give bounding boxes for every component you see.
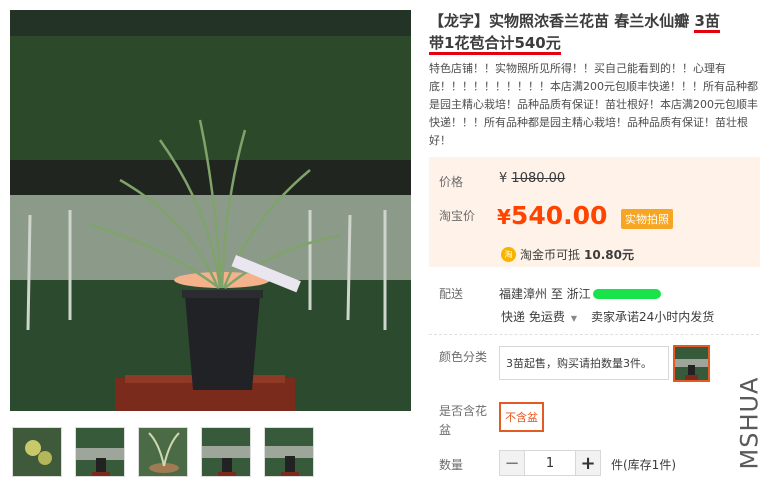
thumbnail-strip — [12, 427, 314, 477]
coin-icon: 淘 — [501, 247, 516, 262]
main-product-photo[interactable] — [10, 10, 411, 411]
shipping-route-text: 福建漳州 至 浙江 — [499, 287, 591, 301]
stock-text: 件(库存1件) — [611, 458, 676, 472]
title-text: 【龙字】实物照浓香兰花苗 春兰水仙瓣 — [429, 12, 695, 30]
shipping-method: 快递 免运费 — [501, 310, 565, 324]
product-title: 【龙字】实物照浓香兰花苗 春兰水仙瓣 3苗 带1花苞合计540元 — [429, 10, 759, 55]
shipping-details: 快递 免运费 ▼ 卖家承诺24小时内发货 — [501, 308, 714, 325]
coin-discount: 淘 淘金币可抵 10.80元 — [501, 246, 634, 263]
thumbnail-1[interactable] — [12, 427, 62, 477]
price-label: 价格 — [439, 175, 464, 189]
title-highlight-1: 3苗 — [694, 12, 720, 33]
thumbnail-4[interactable] — [201, 427, 251, 477]
increase-button[interactable]: + — [575, 450, 601, 476]
delivery-promise: 卖家承诺24小时内发货 — [590, 310, 715, 324]
pot-label: 是否含花盆 — [439, 404, 488, 437]
photo-badge: 实物拍照 — [621, 209, 673, 229]
shipping-section: 配送 福建漳州 至 浙江 快递 免运费 ▼ 卖家承诺24小时内发货 — [429, 280, 759, 335]
watermark: MSHUA — [733, 373, 765, 473]
original-currency: ¥ — [499, 171, 508, 186]
thumbnail-5[interactable] — [264, 427, 314, 477]
taobao-price-label: 淘宝价 — [439, 209, 476, 223]
coin-value: 10.80元 — [584, 248, 634, 262]
thumbnail-3[interactable] — [138, 427, 188, 477]
title-highlight-2: 带1花苞合计540元 — [429, 34, 561, 55]
color-option-image[interactable] — [673, 345, 710, 382]
taobao-price-value: 540.00 — [510, 201, 608, 230]
decrease-button[interactable]: − — [499, 450, 525, 476]
watermark-text: MSHUA — [735, 376, 764, 470]
quantity-section: 数量 − + 件(库存1件) — [429, 448, 759, 480]
pot-section: 是否含花盆 不含盆 — [429, 398, 759, 440]
shipping-route[interactable]: 福建漳州 至 浙江 — [499, 285, 661, 302]
quantity-input[interactable] — [525, 450, 575, 476]
shipping-label: 配送 — [439, 287, 464, 301]
shipping-method-select[interactable]: 快递 免运费 ▼ — [501, 308, 577, 325]
coin-text: 淘金币可抵 — [520, 248, 581, 262]
pot-option[interactable]: 不含盆 — [499, 402, 544, 432]
original-price: ¥ 1080.00 — [499, 171, 565, 186]
color-label: 颜色分类 — [439, 350, 488, 364]
color-section: 颜色分类 3苗起售，购买请拍数量3件。 — [429, 342, 759, 392]
quantity-label: 数量 — [439, 458, 464, 472]
product-subtitle: 特色店铺！！实物照所见所得！！买自己能看到的！！心理有底！！！！！！！！！！本店… — [429, 62, 758, 147]
taobao-currency: ¥ — [497, 205, 511, 229]
price-panel: 价格 ¥ 1080.00 淘宝价 ¥540.00 实物拍照 淘 淘金币可抵 10.… — [429, 157, 760, 267]
redaction-mark — [592, 288, 661, 299]
thumbnail-2[interactable] — [75, 427, 125, 477]
quantity-stepper: − + — [499, 450, 601, 476]
color-option-text[interactable]: 3苗起售，购买请拍数量3件。 — [499, 346, 669, 380]
chevron-down-icon: ▼ — [570, 314, 577, 323]
original-price-value: 1080.00 — [511, 171, 566, 186]
taobao-price: ¥540.00 — [497, 201, 607, 230]
